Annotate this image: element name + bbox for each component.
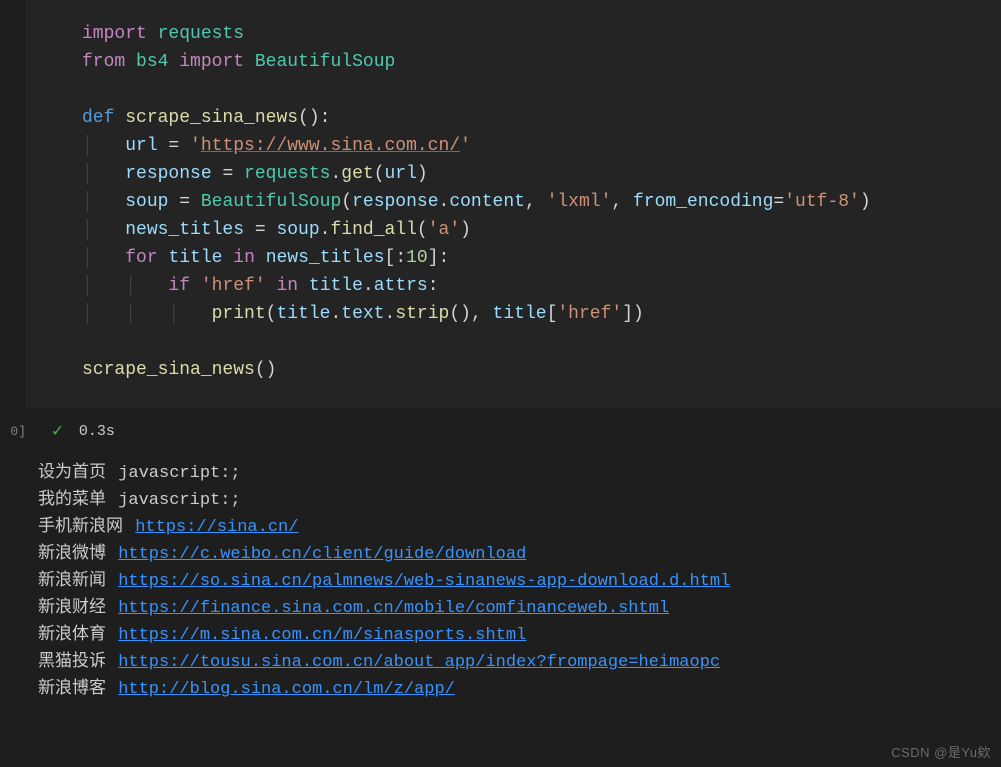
- paren: ():: [298, 108, 330, 128]
- output-link[interactable]: https://m.sina.com.cn/m/sinasports.shtml: [118, 626, 526, 645]
- kwarg: from_encoding: [633, 192, 773, 212]
- output-text: 我的菜单: [38, 491, 106, 510]
- module-requests: requests: [158, 24, 244, 44]
- op-eq: =: [158, 136, 190, 156]
- keyword-import: import: [82, 24, 147, 44]
- string: 'utf-8': [784, 192, 860, 212]
- keyword-in: in: [276, 276, 298, 296]
- output-link[interactable]: https://sina.cn/: [135, 518, 298, 537]
- execution-time: 0.3s: [79, 423, 115, 440]
- output-nonlink: javascript:;: [118, 491, 240, 510]
- quote: ': [190, 136, 201, 156]
- quote: ': [460, 136, 471, 156]
- code-line-blank[interactable]: [82, 328, 1001, 356]
- output-text: 新浪新闻: [38, 572, 106, 591]
- output-line: 新浪财经 https://finance.sina.com.cn/mobile/…: [38, 595, 1001, 622]
- keyword-import: import: [179, 52, 244, 72]
- output-text: 黑猫投诉: [38, 653, 106, 672]
- output-line: 新浪微博 https://c.weibo.cn/client/guide/dow…: [38, 541, 1001, 568]
- output-text: 新浪财经: [38, 599, 106, 618]
- string: 'lxml': [547, 192, 612, 212]
- output-line: 设为首页 javascript:;: [38, 460, 1001, 487]
- func-call: scrape_sina_news: [82, 360, 255, 380]
- module: requests: [244, 164, 330, 184]
- code-line[interactable]: import requests: [82, 20, 1001, 48]
- output-link[interactable]: https://tousu.sina.com.cn/about_app/inde…: [118, 653, 720, 672]
- var-url: url: [125, 136, 157, 156]
- module-bs4: bs4: [136, 52, 168, 72]
- keyword-if: if: [168, 276, 190, 296]
- output-line: 新浪博客 http://blog.sina.com.cn/lm/z/app/: [38, 676, 1001, 703]
- output-text: 新浪博客: [38, 680, 106, 699]
- code-line[interactable]: │ soup = BeautifulSoup(response.content,…: [82, 188, 1001, 216]
- func-name: scrape_sina_news: [125, 108, 298, 128]
- func-print: print: [212, 304, 266, 324]
- execution-count: 0]: [2, 424, 32, 439]
- code-line[interactable]: │ response = requests.get(url): [82, 160, 1001, 188]
- code-line[interactable]: │ │ │ print(title.text.strip(), title['h…: [82, 300, 1001, 328]
- var-response: response: [125, 164, 211, 184]
- output-nonlink: javascript:;: [118, 464, 240, 483]
- string: 'a': [428, 220, 460, 240]
- output-line: 黑猫投诉 https://tousu.sina.com.cn/about_app…: [38, 649, 1001, 676]
- keyword-def: def: [82, 108, 114, 128]
- output-text: 新浪微博: [38, 545, 106, 564]
- cell-output-area[interactable]: 设为首页 javascript:;我的菜单 javascript:;手机新浪网 …: [0, 446, 1001, 703]
- keyword-from: from: [82, 52, 125, 72]
- cell-status-row: 0] ✓ 0.3s: [0, 408, 1001, 446]
- output-text: 设为首页: [38, 464, 106, 483]
- number: 10: [406, 248, 428, 268]
- func-get: get: [341, 164, 373, 184]
- class-beautifulsoup: BeautifulSoup: [255, 52, 395, 72]
- keyword-in: in: [233, 248, 255, 268]
- var-soup: soup: [125, 192, 168, 212]
- output-line: 我的菜单 javascript:;: [38, 487, 1001, 514]
- watermark: CSDN @是Yu欸: [891, 742, 991, 761]
- output-link[interactable]: https://c.weibo.cn/client/guide/download: [118, 545, 526, 564]
- code-line[interactable]: │ │ if 'href' in title.attrs:: [82, 272, 1001, 300]
- output-text: 新浪体育: [38, 626, 106, 645]
- code-cell[interactable]: import requests from bs4 import Beautifu…: [26, 0, 1001, 408]
- keyword-for: for: [125, 248, 157, 268]
- success-check-icon: ✓: [52, 420, 63, 442]
- output-link[interactable]: https://so.sina.cn/palmnews/web-sinanews…: [118, 572, 730, 591]
- string-url[interactable]: https://www.sina.com.cn/: [201, 136, 460, 156]
- func-find-all: find_all: [330, 220, 416, 240]
- output-line: 手机新浪网 https://sina.cn/: [38, 514, 1001, 541]
- output-line: 新浪新闻 https://so.sina.cn/palmnews/web-sin…: [38, 568, 1001, 595]
- class: BeautifulSoup: [201, 192, 341, 212]
- var-news-titles: news_titles: [125, 220, 244, 240]
- code-line[interactable]: scrape_sina_news(): [82, 356, 1001, 384]
- code-line[interactable]: │ url = 'https://www.sina.com.cn/': [82, 132, 1001, 160]
- output-link[interactable]: https://finance.sina.com.cn/mobile/comfi…: [118, 599, 669, 618]
- output-link[interactable]: http://blog.sina.com.cn/lm/z/app/: [118, 680, 455, 699]
- code-line[interactable]: def scrape_sina_news():: [82, 104, 1001, 132]
- string: 'href': [557, 304, 622, 324]
- string: 'href': [201, 276, 266, 296]
- code-line-blank[interactable]: [82, 76, 1001, 104]
- code-line[interactable]: │ news_titles = soup.find_all('a'): [82, 216, 1001, 244]
- output-line: 新浪体育 https://m.sina.com.cn/m/sinasports.…: [38, 622, 1001, 649]
- code-line[interactable]: │ for title in news_titles[:10]:: [82, 244, 1001, 272]
- output-text: 手机新浪网: [38, 518, 123, 537]
- code-line[interactable]: from bs4 import BeautifulSoup: [82, 48, 1001, 76]
